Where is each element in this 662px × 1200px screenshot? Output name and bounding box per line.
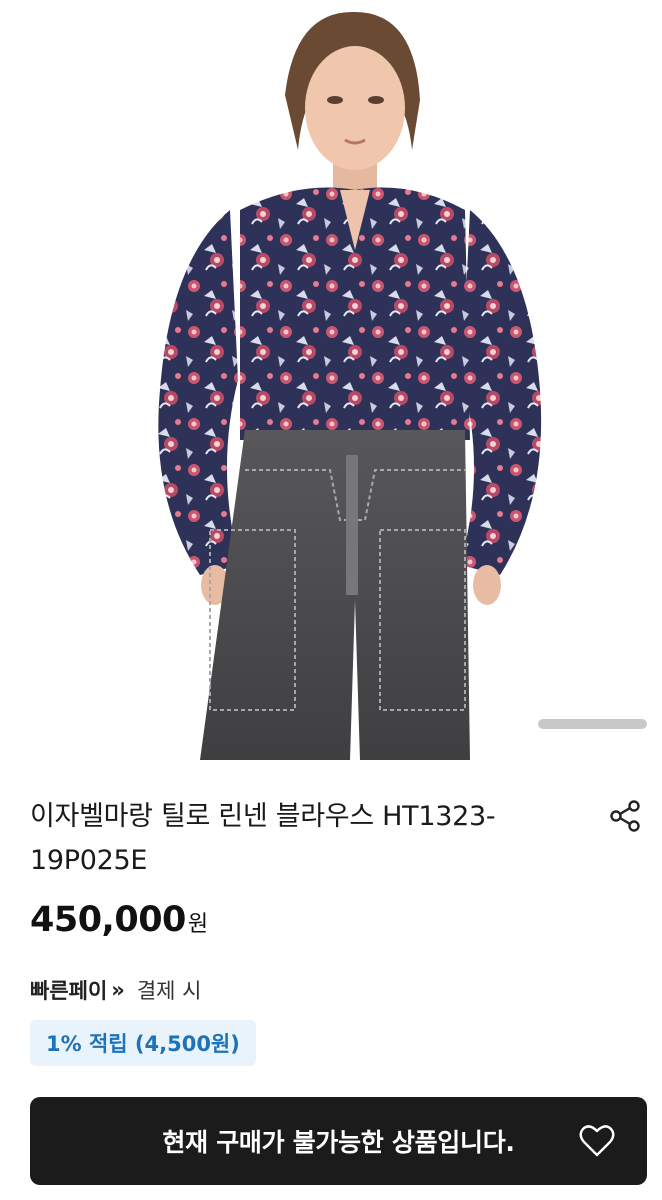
product-price: 450,000 원	[30, 900, 208, 940]
fast-pay-brand: 빠른페이	[30, 979, 108, 1003]
product-image-carousel[interactable]	[0, 0, 662, 760]
reward-badge: 1% 적립 (4,500원)	[30, 1020, 256, 1066]
heart-icon[interactable]	[577, 1121, 617, 1161]
price-amount: 450,000	[30, 900, 186, 940]
product-title: 이자벨마랑 틸로 린넨 블라우스 HT1323-19P025E	[30, 801, 496, 876]
product-image	[158, 11, 542, 760]
fast-pay-note: 결제 시	[136, 979, 202, 1003]
share-button[interactable]	[605, 796, 645, 836]
purchase-unavailable-button[interactable]: 현재 구매가 불가능한 상품입니다.	[30, 1097, 647, 1185]
purchase-unavailable-label: 현재 구매가 불가능한 상품입니다.	[162, 1128, 515, 1157]
carousel-scroll-indicator[interactable]	[538, 719, 647, 729]
fast-pay-info[interactable]: 빠른페이 » 결제 시	[30, 975, 202, 1005]
share-icon	[610, 800, 640, 832]
fast-pay-chevron: »	[111, 978, 124, 1002]
price-currency: 원	[187, 912, 209, 937]
